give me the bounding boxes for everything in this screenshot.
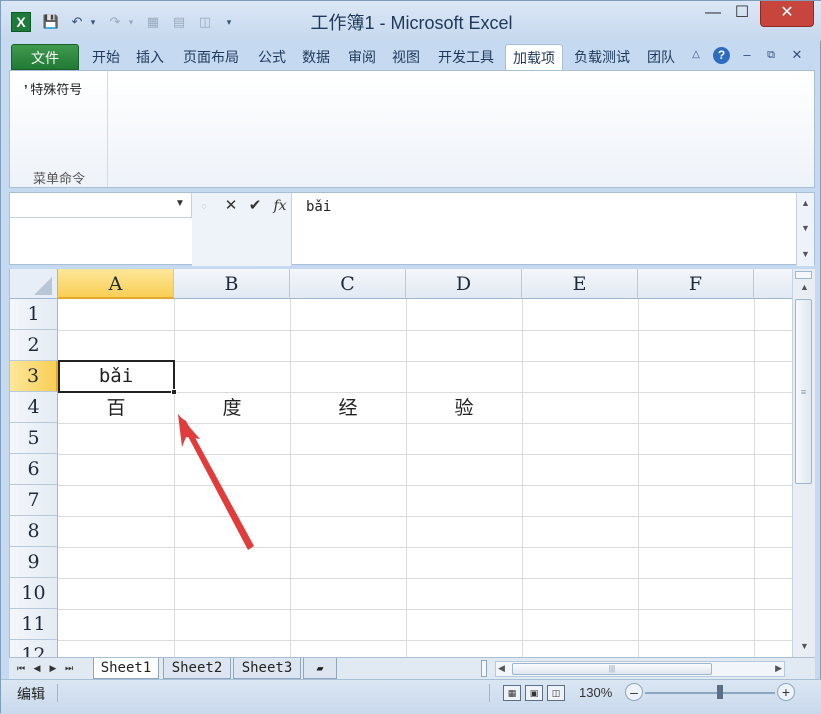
tab-file[interactable]: 文件 (11, 44, 79, 70)
first-sheet-icon[interactable]: ⏮ (15, 660, 27, 676)
special-symbol-button[interactable]: ’ 特殊符号 (24, 79, 82, 98)
divider (57, 684, 58, 702)
name-box[interactable]: ▼ (10, 193, 192, 218)
workbook-restore-icon[interactable]: ⧉ (763, 45, 779, 65)
zoom-slider-thumb[interactable] (717, 685, 723, 699)
resize-handle-icon[interactable]: ◌ (196, 196, 212, 216)
vertical-scrollbar[interactable]: ▲ ≡ ▼ (792, 269, 815, 657)
page-break-view-icon[interactable]: ◫ (547, 685, 565, 701)
scroll-up-icon[interactable]: ▲ (797, 198, 814, 208)
cancel-icon[interactable]: ✕ (222, 196, 240, 216)
collapse-ribbon-icon[interactable]: △ (689, 45, 703, 65)
horizontal-scroll-thumb[interactable]: ||| (512, 663, 712, 675)
group-label: 菜单命令 (32, 171, 85, 186)
tab-formulas[interactable]: 公式 (253, 44, 291, 70)
normal-view-icon[interactable]: ▦ (503, 685, 521, 701)
tab-team[interactable]: 团队 (641, 44, 681, 70)
status-mode: 编辑 (17, 686, 45, 702)
sheet-tab-2[interactable]: Sheet2 (163, 658, 231, 679)
scroll-right-icon[interactable]: ▶ (775, 663, 782, 674)
horizontal-scrollbar[interactable]: ◀ ||| ▶ (495, 661, 785, 677)
ribbon-panel: ’ 特殊符号 菜单命令 (9, 70, 815, 188)
page-layout-view-icon[interactable]: ▣ (525, 685, 543, 701)
tab-data[interactable]: 数据 (297, 44, 335, 70)
zoom-slider[interactable] (645, 692, 775, 694)
insert-function-icon[interactable]: fx (270, 196, 290, 216)
sheet-tab-bar: ⏮ ◀ ▶ ⏭ Sheet1 Sheet2 Sheet3 ▰ ◀ ||| ▶ (9, 657, 815, 679)
title-bar: X 💾 ↶ ▾ ↷ ▾ ▦ ▤ ◫ ▾ 工作簿1 - Microsoft Exc… (1, 1, 821, 41)
window-title: 工作簿1 - Microsoft Excel (310, 13, 513, 33)
red-arrow-annotation (178, 414, 254, 550)
menu-commands-group: ’ 特殊符号 菜单命令 (10, 71, 108, 187)
tab-view[interactable]: 视图 (387, 44, 425, 70)
status-bar: 编辑 ▦ ▣ ◫ 130% – + (1, 679, 821, 714)
maximize-button[interactable]: ☐ (727, 1, 757, 27)
prev-sheet-icon[interactable]: ◀ (31, 660, 43, 676)
zoom-level[interactable]: 130% (579, 685, 612, 700)
workbook-minimize-icon[interactable]: – (739, 45, 755, 65)
tab-review[interactable]: 审阅 (343, 44, 381, 70)
last-sheet-icon[interactable]: ⏭ (63, 660, 75, 676)
vertical-scroll-thumb[interactable]: ≡ (795, 299, 812, 484)
sheet-tab-1[interactable]: Sheet1 (93, 658, 159, 679)
scroll-down-icon[interactable]: ▼ (797, 249, 814, 259)
split-handle[interactable] (795, 271, 812, 279)
insert-sheet-icon[interactable]: ▰ (303, 658, 337, 679)
help-icon[interactable]: ? (713, 47, 730, 64)
scroll-down-icon[interactable]: ▼ (796, 641, 813, 651)
chevron-down-icon[interactable]: ▼ (175, 198, 185, 209)
divider (489, 684, 490, 702)
next-sheet-icon[interactable]: ▶ (47, 660, 59, 676)
formula-input[interactable]: bǎi (306, 199, 331, 215)
zoom-out-icon[interactable]: – (625, 683, 643, 701)
formula-bar: ▼ ◌ ✕ ✔ fx bǎi ▲ ▼ ▼ (9, 192, 815, 266)
scroll-down-small-icon[interactable]: ▼ (797, 223, 814, 233)
tab-page-layout[interactable]: 页面布局 (177, 44, 245, 70)
special-symbol-label: 特殊符号 (30, 82, 83, 97)
worksheet-grid[interactable]: A B C D E F 1 2 3 4 5 6 7 8 9 10 11 12 b… (9, 269, 792, 657)
tab-developer[interactable]: 开发工具 (431, 44, 501, 70)
formula-buttons: ◌ ✕ ✔ fx (192, 193, 292, 266)
scroll-up-icon[interactable]: ▲ (796, 282, 813, 292)
excel-window: X 💾 ↶ ▾ ↷ ▾ ▦ ▤ ◫ ▾ 工作簿1 - Microsoft Exc… (0, 0, 821, 714)
close-button[interactable]: ✕ (760, 1, 814, 27)
zoom-in-icon[interactable]: + (777, 683, 795, 701)
tab-addins[interactable]: 加载项 (505, 44, 563, 70)
tab-home[interactable]: 开始 (87, 44, 125, 70)
workbook-close-icon[interactable]: ✕ (789, 45, 805, 65)
formula-scrollbar[interactable]: ▲ ▼ ▼ (796, 193, 814, 266)
sheet-tab-3[interactable]: Sheet3 (233, 658, 301, 679)
scroll-left-icon[interactable]: ◀ (498, 663, 505, 674)
tab-split-handle[interactable] (481, 660, 487, 677)
enter-icon[interactable]: ✔ (246, 196, 264, 216)
tab-load-test[interactable]: 负载测试 (567, 44, 637, 70)
tab-insert[interactable]: 插入 (131, 44, 169, 70)
minimize-button[interactable]: — (699, 1, 727, 27)
